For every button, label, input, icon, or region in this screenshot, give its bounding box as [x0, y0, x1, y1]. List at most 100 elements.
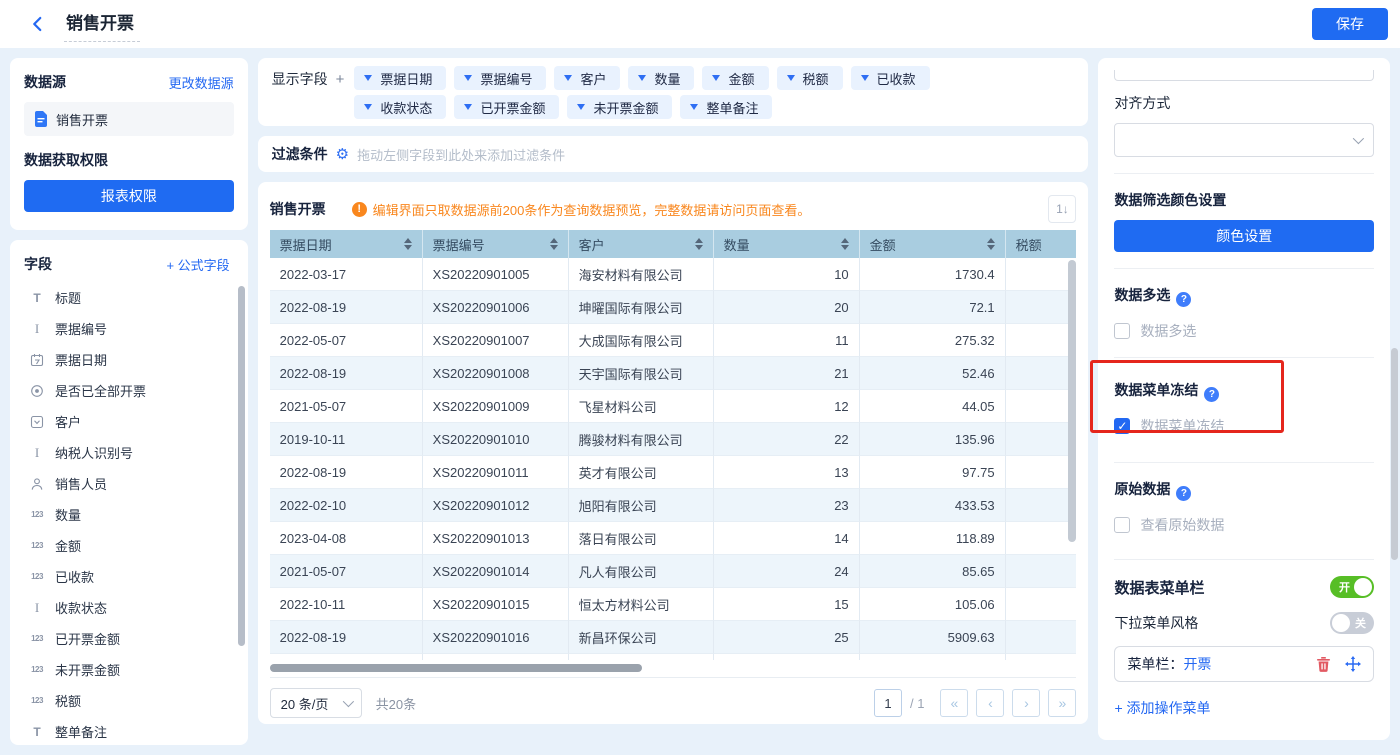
display-field-chip[interactable]: 收款状态: [354, 95, 446, 119]
column-header-label: 税额: [1016, 235, 1042, 254]
display-field-chip[interactable]: 整单备注: [680, 95, 772, 119]
display-fields-label: 显示字段: [272, 69, 328, 89]
field-item[interactable]: 销售人员: [24, 468, 238, 499]
field-item[interactable]: T整单备注: [24, 716, 238, 745]
field-label: 数量: [55, 505, 81, 524]
datasource-item[interactable]: 销售开票: [24, 102, 234, 136]
next-page-button[interactable]: ›: [1012, 689, 1040, 717]
warning-text: 编辑界面只取数据源前200条作为查询数据预览，完整数据请访问页面查看。: [373, 200, 811, 219]
help-icon[interactable]: ?: [1176, 486, 1191, 501]
table-cell: [569, 654, 714, 660]
display-field-chip[interactable]: 已开票金额: [454, 95, 559, 119]
dropdown-style-toggle[interactable]: 关: [1330, 612, 1374, 634]
text-field-icon: I: [28, 321, 46, 337]
page-total: / 1: [910, 696, 924, 711]
table-column-header[interactable]: 客户: [569, 230, 714, 258]
sort-arrows-icon[interactable]: [404, 238, 412, 250]
table-cell: XS20220901012: [423, 489, 569, 522]
report-permission-button[interactable]: 报表权限: [24, 180, 234, 212]
field-item[interactable]: 123税额: [24, 685, 238, 716]
menubar-title: 数据表菜单栏: [1114, 577, 1204, 598]
chip-label: 客户: [580, 69, 606, 88]
field-item[interactable]: 是否已全部开票: [24, 375, 238, 406]
fields-scrollbar[interactable]: [238, 286, 245, 646]
display-field-chip[interactable]: 客户: [554, 66, 620, 90]
table-cell: 2022-03-17: [270, 258, 423, 291]
last-page-button[interactable]: »: [1048, 689, 1076, 717]
field-item[interactable]: T标题: [24, 282, 238, 313]
help-icon[interactable]: ?: [1204, 387, 1219, 402]
add-formula-field-link[interactable]: + 公式字段: [166, 255, 229, 274]
column-header-label: 票据编号: [433, 235, 485, 254]
display-field-chip[interactable]: 票据日期: [354, 66, 446, 90]
table-column-header[interactable]: 票据日期: [270, 230, 423, 258]
field-item[interactable]: I 票据编号: [24, 313, 238, 344]
chevron-down-icon: [861, 75, 869, 81]
back-button[interactable]: [24, 10, 52, 38]
change-datasource-link[interactable]: 更改数据源: [169, 73, 234, 92]
table-cell: 11: [714, 324, 860, 357]
sort-arrows-icon[interactable]: [987, 238, 995, 250]
display-field-chip[interactable]: 税额: [777, 66, 843, 90]
add-display-field-button[interactable]: +: [336, 71, 345, 88]
view-raw-data-checkbox[interactable]: [1114, 517, 1130, 533]
filter-panel: 过滤条件 ⚙ 拖动左侧字段到此处来添加过滤条件: [258, 136, 1089, 172]
display-field-chip[interactable]: 票据编号: [454, 66, 546, 90]
table-column-header[interactable]: 金额: [860, 230, 1006, 258]
sort-order-button[interactable]: 1↓: [1048, 195, 1076, 223]
first-page-button[interactable]: «: [940, 689, 968, 717]
field-item[interactable]: 客户: [24, 406, 238, 437]
display-field-chip[interactable]: 未开票金额: [567, 95, 672, 119]
sort-arrows-icon[interactable]: [841, 238, 849, 250]
table-horizontal-scroll-track: [270, 663, 1077, 673]
display-field-chip[interactable]: 数量: [628, 66, 694, 90]
gear-icon[interactable]: ⚙: [336, 147, 349, 162]
delete-menu-button[interactable]: [1315, 656, 1331, 672]
field-item[interactable]: 123未开票金额: [24, 654, 238, 685]
sort-arrows-icon[interactable]: [695, 238, 703, 250]
table-row: 2019-10-11XS20220901010腾骏材料有限公司22135.96: [270, 423, 1077, 456]
menu-freeze-checkbox[interactable]: ✓: [1114, 418, 1130, 434]
add-action-menu-link[interactable]: + 添加操作菜单: [1114, 698, 1210, 718]
prev-page-button[interactable]: ‹: [976, 689, 1004, 717]
table-vertical-scrollbar[interactable]: [1068, 260, 1076, 542]
table-row: 2022-08-19XS20220901006坤曜国际有限公司2072.1: [270, 291, 1077, 324]
chevron-left-icon: [29, 15, 47, 33]
table-column-header[interactable]: 票据编号: [423, 230, 569, 258]
menubar-toggle[interactable]: 开: [1330, 576, 1374, 598]
chevron-down-icon: [690, 104, 698, 110]
dropdown-style-label: 下拉菜单风格: [1114, 613, 1198, 633]
table-column-header[interactable]: 税额: [1006, 230, 1077, 258]
filter-label: 过滤条件: [272, 144, 328, 164]
move-menu-button[interactable]: [1345, 656, 1361, 672]
data-multiselect-checkbox[interactable]: [1114, 323, 1130, 339]
help-icon[interactable]: ?: [1176, 292, 1191, 307]
field-item[interactable]: I收款状态: [24, 592, 238, 623]
toggle-knob: [1332, 614, 1350, 632]
alignment-select[interactable]: [1114, 123, 1374, 157]
field-item[interactable]: 123已开票金额: [24, 623, 238, 654]
table-horizontal-scrollbar[interactable]: [270, 664, 642, 672]
save-button[interactable]: 保存: [1312, 8, 1388, 40]
field-label: 纳税人识别号: [55, 443, 133, 462]
next-page-icon: ›: [1024, 695, 1029, 711]
page-size-select[interactable]: 20 条/页: [270, 688, 362, 718]
window-scrollbar[interactable]: [1391, 348, 1398, 560]
field-item[interactable]: 123已收款: [24, 561, 238, 592]
page-number-box[interactable]: 1: [874, 689, 902, 717]
field-item[interactable]: 票据日期: [24, 344, 238, 375]
table-cell: 腾骏材料有限公司: [569, 423, 714, 456]
display-field-chip[interactable]: 已收款: [851, 66, 930, 90]
table-cell: 22: [714, 423, 860, 456]
display-field-chip[interactable]: 金额: [702, 66, 768, 90]
table-cell: [1006, 522, 1077, 555]
field-item[interactable]: 123金额: [24, 530, 238, 561]
table-column-header[interactable]: 数量: [714, 230, 860, 258]
field-item[interactable]: 123 数量: [24, 499, 238, 530]
menu-item[interactable]: 菜单栏： 开票: [1114, 646, 1374, 682]
sort-arrows-icon[interactable]: [550, 238, 558, 250]
color-settings-button[interactable]: 颜色设置: [1114, 220, 1374, 252]
number-field-icon: 123: [28, 510, 46, 519]
field-label: 票据编号: [55, 319, 107, 338]
field-item[interactable]: I纳税人识别号: [24, 437, 238, 468]
